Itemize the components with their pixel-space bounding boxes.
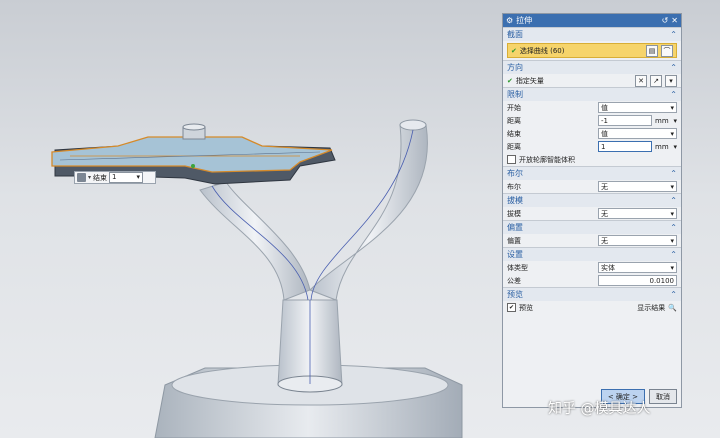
limits-header[interactable]: 限制 ⌃ (503, 88, 681, 101)
chevron-up-icon: ⌃ (670, 30, 677, 39)
curve-icon[interactable]: ⌒ (661, 44, 673, 57)
chevron-up-icon: ⌃ (670, 169, 677, 178)
open-profile-checkbox[interactable] (507, 155, 516, 164)
dialog-titlebar: ⚙ 拉伸 ↺ ✕ (503, 14, 681, 27)
boolean-header[interactable]: 布尔 ⌃ (503, 167, 681, 180)
end-select[interactable]: 值 ▾ (598, 128, 677, 139)
limits-section: 限制 ⌃ 开始值 ▾ 距离 -1 mm ▾ 结束值 ▾ 距离 1 mm ▾ 开放轮廓智能体积 (503, 87, 681, 166)
chevron-up-icon: ⌃ (670, 223, 677, 232)
section-header[interactable]: 截面 ⌃ (503, 28, 681, 41)
distance1-input[interactable]: -1 (598, 115, 652, 126)
cancel-button[interactable]: 取消 (649, 389, 677, 404)
direction-header[interactable]: 方向 ⌃ (503, 61, 681, 74)
show-result-label[interactable]: 显示结果 (637, 303, 665, 313)
boolean-select[interactable]: 无 ▾ (598, 181, 677, 192)
settings-header[interactable]: 设置 ⌃ (503, 248, 681, 261)
offset-header[interactable]: 偏置 ⌃ (503, 221, 681, 234)
preview-section: 预览 ⌃ ✔ 预览 显示结果 🔍 (503, 287, 681, 314)
unit1-select[interactable]: mm ▾ (655, 117, 677, 125)
reverse-icon[interactable]: ✕ (635, 74, 647, 87)
close-icon[interactable]: ✕ (671, 16, 678, 25)
body-icon (77, 173, 86, 182)
body-type-select[interactable]: 实体 ▾ (598, 262, 677, 273)
vector-dropdown-icon[interactable]: ▾ (665, 74, 677, 87)
preview-header[interactable]: 预览 ⌃ (503, 288, 681, 301)
sketch-icon[interactable]: ▤ (646, 44, 658, 57)
extrude-dialog: ⚙ 拉伸 ↺ ✕ 截面 ⌃ ✔ 选择曲线 (60) ▤ ⌒ 方向 ⌃ ✔ 指定矢量 … (502, 13, 682, 408)
vector-icon[interactable]: ↗ (650, 74, 662, 87)
check-icon: ✔ (511, 46, 517, 55)
tolerance-input[interactable]: 0.0100 (598, 275, 677, 286)
distance2-input[interactable]: 1 (598, 141, 652, 152)
mini-end-label: 结束 (93, 173, 108, 182)
chevron-up-icon: ⌃ (670, 63, 677, 72)
draft-select[interactable]: 无 ▾ (598, 208, 677, 219)
draft-header[interactable]: 拔模 ⌃ (503, 194, 681, 207)
watermark: 知乎 @模具达人 (548, 401, 651, 417)
direction-section: 方向 ⌃ ✔ 指定矢量 ✕ ↗ ▾ (503, 60, 681, 87)
preview-checkbox[interactable]: ✔ (507, 303, 516, 312)
mini-end-input[interactable]: 1 ▾ (109, 172, 144, 183)
chevron-up-icon: ⌃ (670, 250, 677, 259)
chevron-up-icon: ⌃ (670, 196, 677, 205)
chevron-down-icon[interactable]: ▾ (88, 174, 91, 181)
offset-section: 偏置 ⌃ 偏置无 ▾ (503, 220, 681, 247)
boolean-section: 布尔 ⌃ 布尔无 ▾ (503, 166, 681, 193)
settings-section: 设置 ⌃ 体类型 实体 ▾ 公差 0.0100 (503, 247, 681, 287)
draft-section: 拔模 ⌃ 拔模无 ▾ (503, 193, 681, 220)
gear-icon: ⚙ (506, 16, 514, 25)
start-select[interactable]: 值 ▾ (598, 102, 677, 113)
check-icon: ✔ (507, 76, 513, 85)
unit2-select[interactable]: mm ▾ (655, 143, 677, 151)
offset-select[interactable]: 无 ▾ (598, 235, 677, 246)
dialog-title: 拉伸 (516, 16, 533, 25)
reset-icon[interactable]: ↺ (662, 16, 669, 25)
vector-row: ✔ 指定矢量 ✕ ↗ ▾ (503, 74, 681, 87)
section-section: 截面 ⌃ ✔ 选择曲线 (60) ▤ ⌒ (503, 27, 681, 58)
magnifier-icon[interactable]: 🔍 (668, 304, 677, 312)
mini-toolbar: ▾ 结束 1 ▾ (74, 171, 156, 184)
left-branch (199, 181, 311, 301)
chevron-up-icon: ⌃ (670, 290, 677, 299)
select-curve-row[interactable]: ✔ 选择曲线 (60) ▤ ⌒ (507, 43, 677, 58)
chevron-up-icon: ⌃ (670, 90, 677, 99)
